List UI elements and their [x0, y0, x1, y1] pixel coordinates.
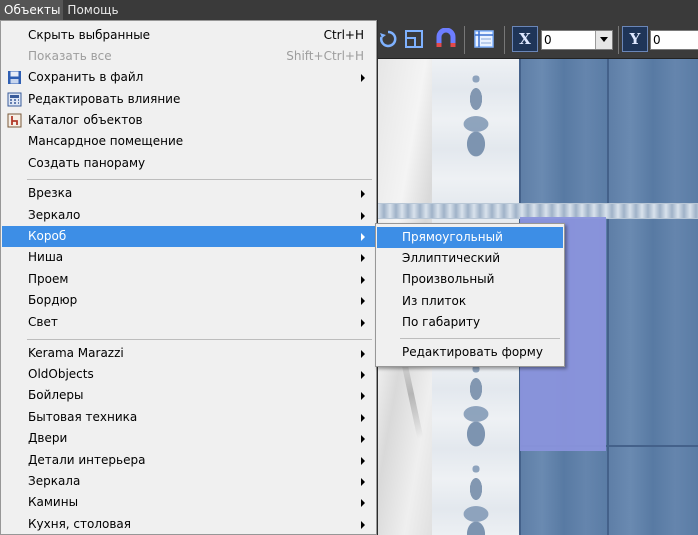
submenu-item-edit-shape[interactable]: Редактировать форму — [377, 342, 563, 363]
submenu-arrow-icon — [361, 212, 365, 220]
toolbar-separator — [618, 26, 619, 54]
menu-item-edit-influence[interactable]: Редактировать влияние — [2, 89, 375, 110]
box-submenu: Прямоугольный Эллиптический Произвольный… — [375, 223, 565, 367]
menu-item-mirrors[interactable]: Зеркала — [2, 471, 375, 492]
toolbar: X 0 Y 0 — [378, 20, 698, 59]
y-coordinate-combo[interactable]: 0 — [650, 30, 698, 50]
damask-ornament — [446, 359, 506, 459]
menu-item-appliances[interactable]: Бытовая техника — [2, 407, 375, 428]
catalog-chair-icon — [7, 113, 22, 128]
submenu-item-from-tiles[interactable]: Из плиток — [377, 291, 563, 312]
menu-item-interior-details[interactable]: Детали интерьера — [2, 450, 375, 471]
submenu-arrow-icon — [361, 350, 365, 358]
x-coordinate-combo[interactable]: 0 — [541, 30, 613, 50]
submenu-arrow-icon — [361, 319, 365, 327]
menu-item-fireplaces[interactable]: Камины — [2, 492, 375, 513]
submenu-arrow-icon — [361, 297, 365, 305]
toolbar-separator — [504, 26, 505, 54]
menu-item-border[interactable]: Бордюр — [2, 290, 375, 311]
menu-item-box[interactable]: Короб — [2, 226, 375, 247]
rotate-icon[interactable] — [376, 27, 400, 51]
submenu-arrow-icon — [361, 499, 365, 507]
x-axis-button[interactable]: X — [512, 26, 538, 52]
submenu-item-freeform[interactable]: Произвольный — [377, 269, 563, 290]
menu-item-inset[interactable]: Врезка — [2, 183, 375, 204]
menu-item-create-panorama[interactable]: Создать панораму — [2, 153, 375, 174]
calculator-icon — [7, 92, 22, 107]
blue-tile-column — [608, 59, 698, 535]
menu-item-kerama-marazzi[interactable]: Kerama Marazzi — [2, 343, 375, 364]
damask-ornament — [446, 69, 506, 169]
menu-item-object-catalog[interactable]: Каталог объектов — [2, 110, 375, 131]
menu-item-boilers[interactable]: Бойлеры — [2, 385, 375, 406]
menu-item-save-to-file[interactable]: Сохранить в файл — [2, 67, 375, 88]
y-axis-button[interactable]: Y — [622, 26, 648, 52]
menu-item-oldobjects[interactable]: OldObjects — [2, 364, 375, 385]
submenu-separator — [400, 338, 560, 339]
damask-ornament — [446, 459, 506, 535]
submenu-arrow-icon — [361, 254, 365, 262]
submenu-arrow-icon — [361, 233, 365, 241]
menubar-item-objects[interactable]: Объекты — [0, 0, 64, 20]
floppy-disk-icon — [7, 70, 22, 85]
menu-separator — [27, 339, 372, 340]
tile-joint — [607, 59, 609, 535]
scale-icon[interactable] — [402, 27, 426, 51]
submenu-arrow-icon — [361, 190, 365, 198]
toolbar-separator — [464, 26, 465, 54]
menu-item-light[interactable]: Свет — [2, 312, 375, 333]
y-coordinate-value: 0 — [653, 33, 661, 47]
submenu-arrow-icon — [361, 414, 365, 422]
menu-item-hide-selected[interactable]: Скрыть выбранные Ctrl+H — [2, 25, 375, 46]
menu-item-attic-room[interactable]: Мансардное помещение — [2, 131, 375, 152]
menubar-item-help[interactable]: Помощь — [63, 0, 121, 20]
menu-item-opening[interactable]: Проем — [2, 269, 375, 290]
submenu-arrow-icon — [361, 276, 365, 284]
menu-item-doors[interactable]: Двери — [2, 428, 375, 449]
submenu-item-elliptical[interactable]: Эллиптический — [377, 248, 563, 269]
menubar: Объекты Помощь — [0, 0, 698, 20]
submenu-arrow-icon — [361, 435, 365, 443]
submenu-item-by-dimensions[interactable]: По габариту — [377, 312, 563, 333]
submenu-arrow-icon — [361, 392, 365, 400]
menu-separator — [27, 179, 372, 180]
submenu-arrow-icon — [361, 478, 365, 486]
menu-item-mirror[interactable]: Зеркало — [2, 205, 375, 226]
menu-item-niche[interactable]: Ниша — [2, 247, 375, 268]
menu-item-show-all[interactable]: Показать все Shift+Ctrl+H — [2, 46, 375, 67]
menu-item-kitchen-dining[interactable]: Кухня, столовая — [2, 514, 375, 535]
submenu-arrow-icon — [361, 371, 365, 379]
x-coordinate-value: 0 — [544, 33, 552, 47]
chevron-down-icon[interactable] — [595, 31, 612, 49]
submenu-arrow-icon — [361, 521, 365, 529]
submenu-arrow-icon — [361, 74, 365, 82]
grid-ruler-icon[interactable] — [472, 27, 496, 51]
submenu-item-rectangular[interactable]: Прямоугольный — [377, 227, 563, 248]
objects-menu: Скрыть выбранные Ctrl+H Показать все Shi… — [0, 20, 377, 535]
magnet-icon[interactable] — [434, 27, 458, 51]
submenu-arrow-icon — [361, 457, 365, 465]
